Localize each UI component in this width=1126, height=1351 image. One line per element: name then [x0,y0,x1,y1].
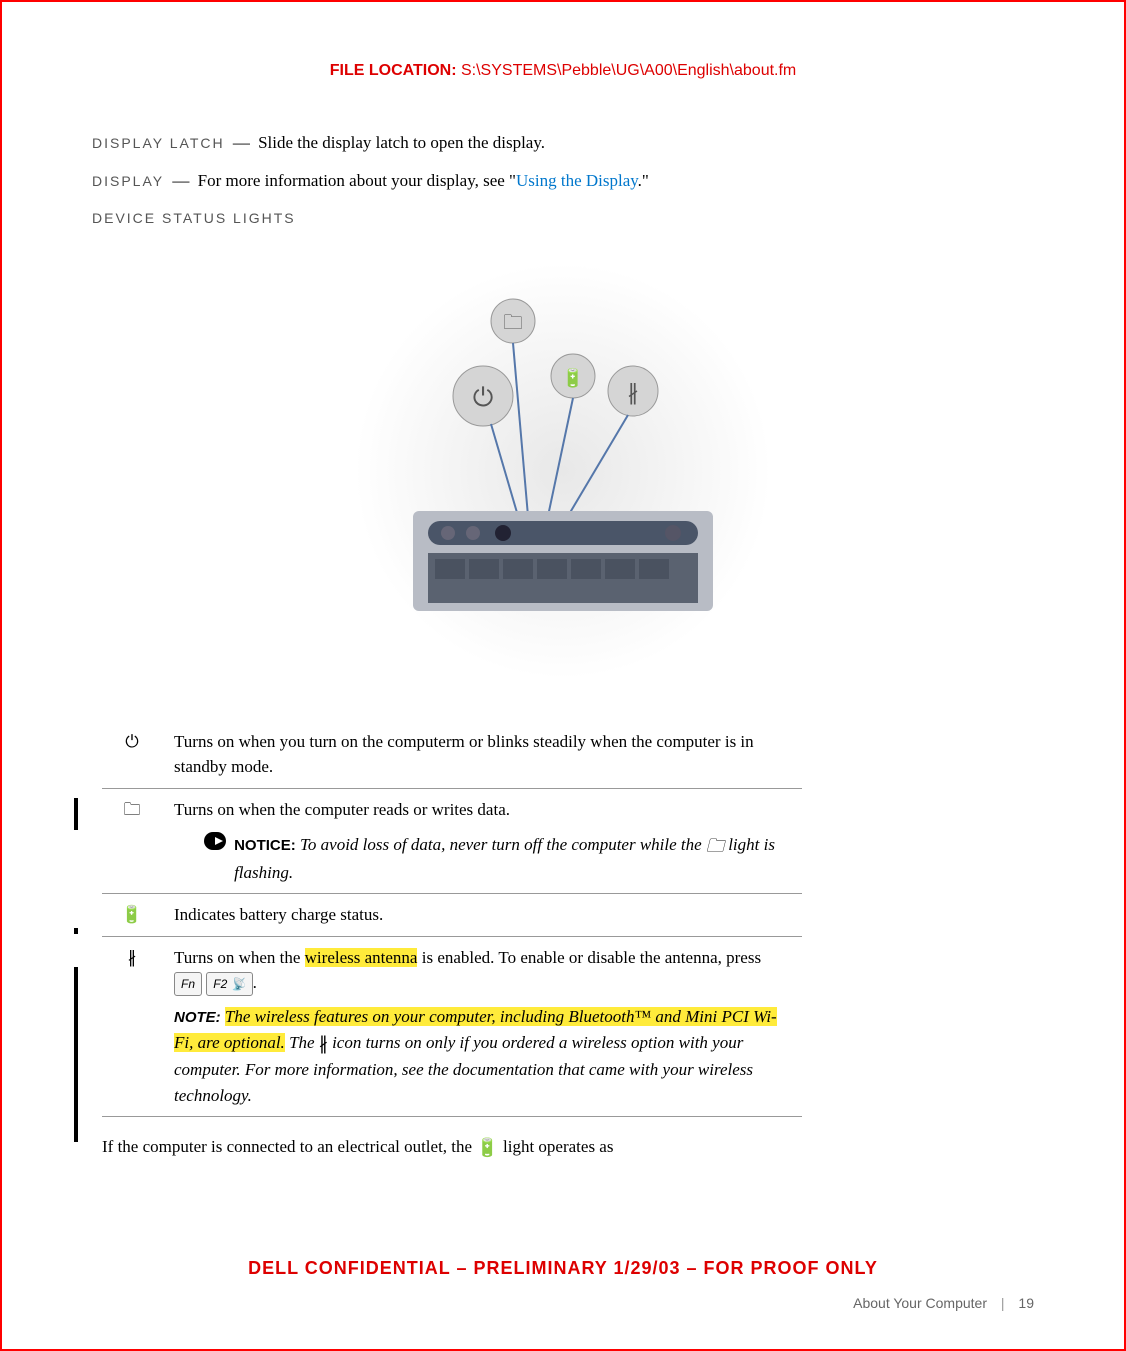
drive-icon: 🗀 [102,788,162,894]
laptop-illustration: 🗀 ⏻ 🔋 ∦ [373,281,753,661]
change-bar [74,798,78,830]
svg-text:🗀: 🗀 [503,312,523,334]
status-lights-table: ⏻ Turns on when you turn on the computer… [102,721,802,1118]
power-icon: ⏻ [102,721,162,789]
bottom-before: If the computer is connected to an elect… [102,1137,476,1156]
notice-before: To avoid loss of data, never turn off th… [300,835,706,854]
bottom-paragraph: If the computer is connected to an elect… [102,1137,1034,1159]
table-row: ⏻ Turns on when you turn on the computer… [102,721,802,789]
definition-text: Slide the display latch to open the disp… [258,133,545,152]
svg-text:🔋: 🔋 [562,367,584,388]
page-content: FILE LOCATION: S:\SYSTEMS\Pebble\UG\A00\… [2,2,1124,1199]
table-row: 🗀 Turns on when the computer reads or wr… [102,788,802,894]
fn-key-icon: Fn [174,972,202,996]
wireless-description-cell: Turns on when the wireless antenna is en… [162,936,802,1117]
file-location-label: FILE LOCATION: [330,62,457,79]
definition-device-status-lights: DEVICE STATUS LIGHTS [92,205,1034,231]
confidential-banner: DELL CONFIDENTIAL – PRELIMINARY 1/29/03 … [2,1258,1124,1279]
link-using-display[interactable]: Using the Display [516,171,638,190]
drive-description-cell: Turns on when the computer reads or writ… [162,788,802,894]
bluetooth-icon: ∦ [102,936,162,1117]
highlight-wireless-antenna: wireless antenna [305,948,418,967]
power-description: Turns on when you turn on the computerm … [162,721,802,789]
svg-text:∦: ∦ [628,380,639,405]
dash: — [172,171,189,190]
notice-arrow-icon [204,832,226,850]
footer-page-number: 19 [1018,1295,1034,1311]
f2-label: F2 [213,977,227,991]
battery-icon: 🔋 [102,894,162,937]
bottom-after: light operates as [503,1137,613,1156]
drive-inline-icon: 🗀 [706,836,724,856]
f2-key-icon: F2 📡 [206,972,252,996]
wireless-period: . [253,973,257,992]
definition-text-before: For more information about your display,… [198,171,516,190]
wireless-before: Turns on when the [174,948,305,967]
dash: — [233,133,250,152]
term-display-latch: DISPLAY LATCH [92,135,225,151]
change-bar [74,928,78,934]
note-label: NOTE: [174,1009,221,1026]
definition-display-latch: DISPLAY LATCH — Slide the display latch … [92,130,1034,156]
footer-section: About Your Computer [853,1295,987,1311]
table-row: ∦ Turns on when the wireless antenna is … [102,936,802,1117]
file-location: FILE LOCATION: S:\SYSTEMS\Pebble\UG\A00\… [92,62,1034,80]
wireless-line1: Turns on when the wireless antenna is en… [174,945,790,997]
file-location-path: S:\SYSTEMS\Pebble\UG\A00\English\about.f… [461,62,796,79]
wireless-mid1: is enabled. To enable or disable the ant… [417,948,761,967]
term-display: DISPLAY [92,173,164,189]
battery-description: Indicates battery charge status. [162,894,802,937]
wireless-note: NOTE: The wireless features on your comp… [174,1004,790,1108]
note-mid1: The [285,1033,319,1052]
battery-inline-icon: 🔋 [476,1138,498,1158]
bluetooth-inline-icon: ∦ [319,1033,328,1053]
term-device-status-lights: DEVICE STATUS LIGHTS [92,210,296,226]
image-container: 🗀 ⏻ 🔋 ∦ [92,261,1034,681]
change-bar [74,967,78,1142]
table-row: 🔋 Indicates battery charge status. [102,894,802,937]
notice-text: To avoid loss of data, never turn off th… [234,835,775,882]
footer-divider: | [1001,1295,1005,1311]
laptop-status-lights-image: 🗀 ⏻ 🔋 ∦ [353,261,773,681]
notice-row: NOTICE: To avoid loss of data, never tur… [204,832,790,885]
notice-label: NOTICE: [234,837,296,854]
svg-text:⏻: ⏻ [473,383,494,412]
page-footer: About Your Computer | 19 [853,1295,1034,1311]
antenna-glyph: 📡 [231,977,246,991]
drive-description: Turns on when the computer reads or writ… [174,797,790,823]
definition-display: DISPLAY — For more information about you… [92,168,1034,194]
definition-text-after: ." [638,171,649,190]
